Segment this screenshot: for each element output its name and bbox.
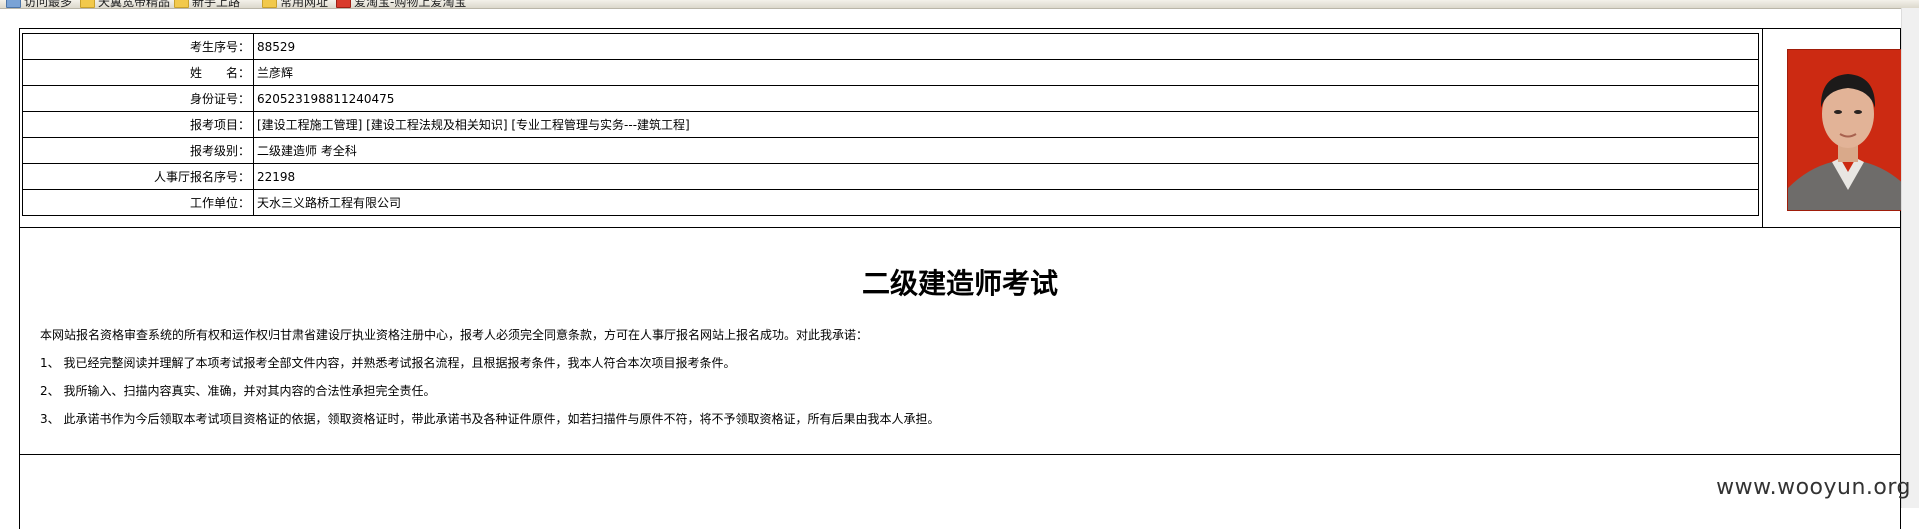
bookmark-label: 天翼宽带精品 (98, 0, 170, 9)
table-row: 考生序号： 88529 (23, 34, 1759, 60)
watermark-text: www.wooyun.org (1716, 475, 1911, 500)
main-content: 考生序号： 88529 姓 名： 兰彦辉 身份证号： 6205231988112… (19, 28, 1901, 529)
applicant-info-section: 考生序号： 88529 姓 名： 兰彦辉 身份证号： 6205231988112… (20, 29, 1900, 228)
bookmark-folder-3[interactable]: 常用网址 (262, 0, 328, 9)
taobao-icon (336, 0, 351, 8)
commitment-item: 3、 此承诺书作为今后领取本考试项目资格证的依据，领取资格证时，带此承诺书及各种… (40, 410, 939, 427)
table-row: 身份证号： 620523198811240475 (23, 86, 1759, 112)
bookmark-taobao[interactable]: 爱淘宝-购物上爱淘宝 (336, 0, 466, 9)
vertical-scrollbar[interactable] (1901, 8, 1919, 508)
bookmark-label: 常用网址 (280, 0, 328, 9)
row-value: 88529 (254, 34, 1759, 60)
row-label: 身份证号： (23, 86, 254, 112)
row-label: 人事厅报名序号： (23, 164, 254, 190)
bookmark-folder-1[interactable]: 天翼宽带精品 (80, 0, 170, 9)
bookmark-label: 访问最多 (24, 0, 72, 9)
row-label: 报考项目： (23, 112, 254, 138)
row-value: 22198 (254, 164, 1759, 190)
row-value: 二级建造师 考全科 (254, 138, 1759, 164)
bookmark-folder-2[interactable]: 新手上路 (174, 0, 240, 9)
table-row: 人事厅报名序号： 22198 (23, 164, 1759, 190)
bookmark-most-visited[interactable]: 访问最多 (6, 0, 72, 9)
bookmark-label: 爱淘宝-购物上爱淘宝 (354, 0, 466, 9)
commitment-item: 1、 我已经完整阅读并理解了本项考试报考全部文件内容，并熟悉考试报名流程，且根据… (40, 354, 735, 371)
folder-icon (80, 0, 95, 8)
applicant-info-table: 考生序号： 88529 姓 名： 兰彦辉 身份证号： 6205231988112… (22, 33, 1759, 216)
row-value: 天水三义路桥工程有限公司 (254, 190, 1759, 216)
commitment-section: 二级建造师考试 本网站报名资格审查系统的所有权和运作权归甘肃省建设厅执业资格注册… (20, 228, 1900, 455)
row-value: 620523198811240475 (254, 86, 1759, 112)
table-row: 姓 名： 兰彦辉 (23, 60, 1759, 86)
row-label: 报考级别： (23, 138, 254, 164)
row-label: 工作单位： (23, 190, 254, 216)
bookmarks-bar: 访问最多 天翼宽带精品 新手上路 常用网址 爱淘宝-购物上爱淘宝 (0, 0, 1919, 9)
commitment-intro: 本网站报名资格审查系统的所有权和运作权归甘肃省建设厅执业资格注册中心，报考人必须… (40, 326, 868, 343)
folder-icon (174, 0, 189, 8)
table-row: 工作单位： 天水三义路桥工程有限公司 (23, 190, 1759, 216)
folder-icon (262, 0, 277, 8)
page-title: 二级建造师考试 (20, 262, 1900, 302)
table-row: 报考项目： [建设工程施工管理] [建设工程法规及相关知识] [专业工程管理与实… (23, 112, 1759, 138)
page-icon (6, 0, 21, 8)
photo-cell (1762, 29, 1898, 227)
row-label: 姓 名： (23, 60, 254, 86)
applicant-photo (1787, 49, 1909, 211)
row-value: 兰彦辉 (254, 60, 1759, 86)
row-value: [建设工程施工管理] [建设工程法规及相关知识] [专业工程管理与实务---建筑… (254, 112, 1759, 138)
person-silhouette-icon (1788, 50, 1908, 210)
bookmark-label: 新手上路 (192, 0, 240, 9)
table-row: 报考级别： 二级建造师 考全科 (23, 138, 1759, 164)
row-label: 考生序号： (23, 34, 254, 60)
commitment-item: 2、 我所输入、扫描内容真实、准确，并对其内容的合法性承担完全责任。 (40, 382, 435, 399)
